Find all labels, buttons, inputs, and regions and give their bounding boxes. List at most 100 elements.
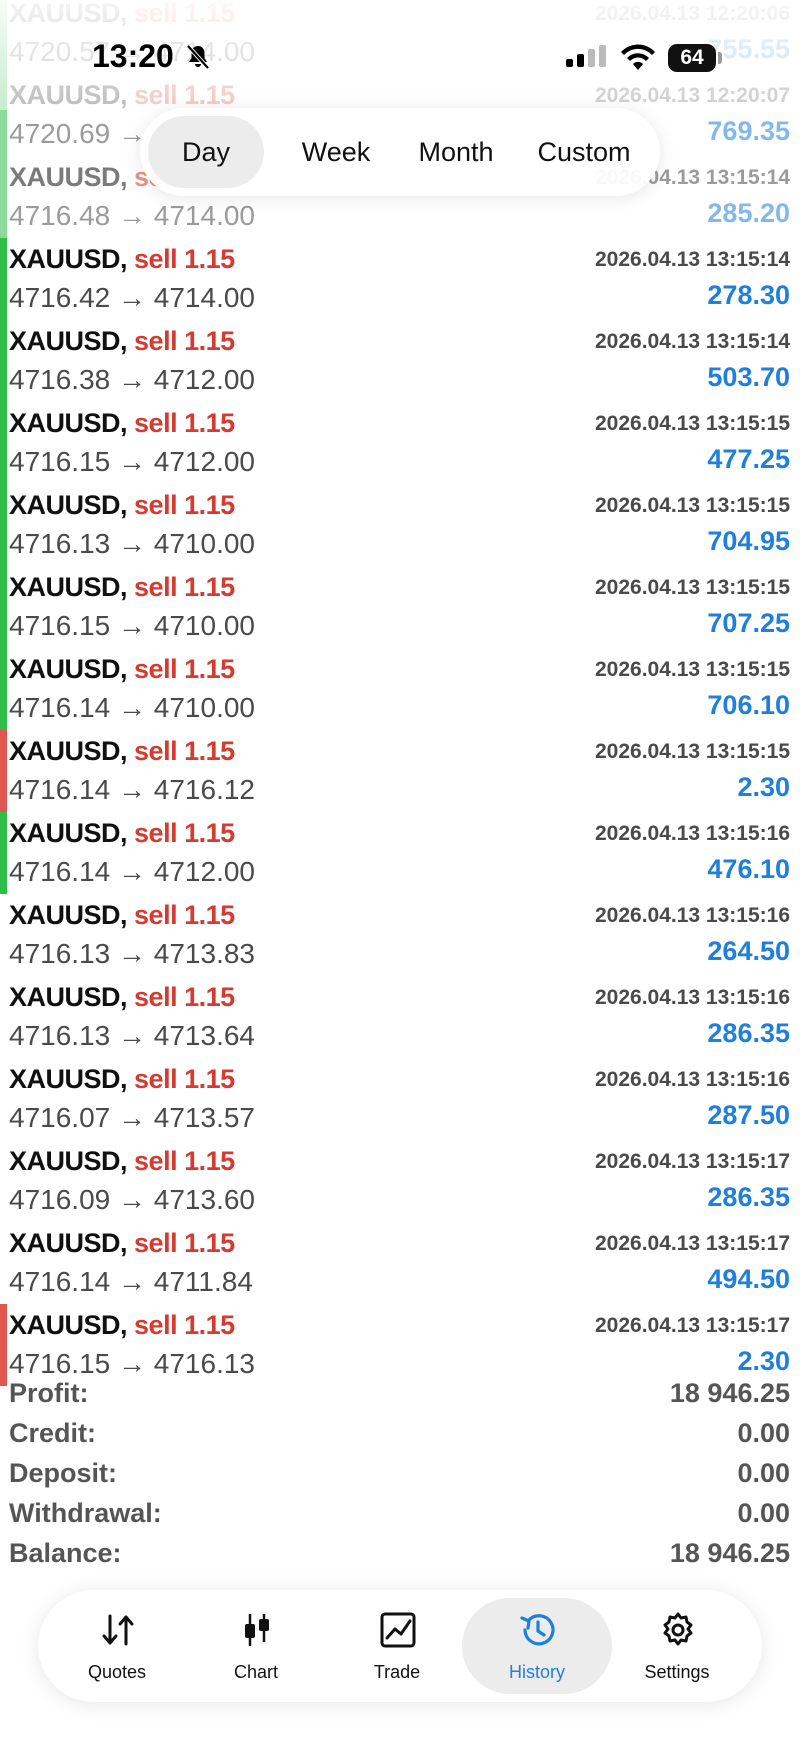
tab-quotes[interactable]: Quotes [42,1598,192,1694]
deal-symbol: XAUUSD [9,982,121,1012]
deal-time: 2026.04.13 13:15:17 [595,1150,790,1173]
deal-separator: , [120,1064,135,1094]
deal-volume: 1.15 [184,1310,235,1340]
deal-volume: 1.15 [184,408,235,438]
deal-side: sell [134,1064,178,1094]
deal-time: 2026.04.13 13:15:15 [595,740,790,763]
tab-label: Chart [233,1662,278,1682]
deal-symbol: XAUUSD [9,326,121,356]
deal-open-price: 4716.07 [9,1102,111,1133]
deal-row[interactable]: XAUUSD, sell 1.15 4716.15 → 4710.00 2026.0… [0,566,800,648]
deal-open-price: 4716.14 [9,856,111,887]
deal-volume: 1.15 [184,736,235,766]
deal-row[interactable]: XAUUSD, sell 1.15 4716.38 → 4712.00 2026.0… [0,320,800,402]
deal-close-price: 4716.12 [153,774,255,805]
deal-profit: 503.70 [707,362,790,392]
deals-list[interactable]: XAUUSD, sell 1.154720.57 → 4714.002026.0… [0,0,800,1386]
deal-title: XAUUSD, sell 1.15 [9,1228,235,1259]
deal-side: sell [134,244,178,274]
bell-muted-icon [186,44,210,75]
deal-row[interactable]: XAUUSD, sell 1.15 4716.14 → 4710.00 2026.0… [0,648,800,730]
deal-separator: , [120,490,135,520]
arrow-right-icon: → [110,1184,154,1215]
period-tab-day[interactable]: Day [148,116,264,188]
battery-tip [718,52,722,64]
tab-label: Settings [644,1662,710,1682]
bottom-tab-bar[interactable]: Quotes Chart Trade History Settings [38,1590,762,1702]
summary-row: Balance: 18 946.25 [0,1538,800,1578]
deal-close-price: 4713.64 [153,1020,255,1051]
deal-open-price: 4716.15 [9,610,111,641]
tab-trade[interactable]: Trade [322,1598,472,1694]
deal-prices: 4716.38 → 4712.00 [9,364,255,396]
arrow-right-icon: → [110,692,154,723]
deal-row[interactable]: XAUUSD, sell 1.15 4716.09 → 4713.60 2026.0… [0,1140,800,1222]
deal-symbol: XAUUSD [9,572,121,602]
deal-prices: 4716.14 → 4711.84 [9,1266,253,1298]
deal-separator: , [120,162,135,192]
deal-row[interactable]: XAUUSD, sell 1.15 4716.13 → 4713.83 2026.0… [0,894,800,976]
deal-title: XAUUSD, sell 1.15 [9,490,235,521]
deal-prices: 4716.15 → 4710.00 [9,610,255,642]
deal-close-price: 4710.00 [153,610,255,641]
deal-symbol: XAUUSD [9,1064,121,1094]
deal-volume: 1.15 [184,1146,235,1176]
deal-separator: , [120,408,135,438]
deal-side: sell [134,326,178,356]
deal-open-price: 4720.69 [9,118,111,149]
deal-prices: 4716.09 → 4713.60 [9,1184,255,1216]
wifi-icon [620,44,656,77]
deal-symbol: XAUUSD [9,490,121,520]
deal-profit: 477.25 [707,444,790,474]
tab-history[interactable]: History [462,1598,612,1694]
deal-row[interactable]: XAUUSD, sell 1.15 4716.14 → 4716.12 2026.0… [0,730,800,812]
deal-title: XAUUSD, sell 1.15 [9,244,235,275]
arrow-right-icon: → [110,1102,154,1133]
deal-title: XAUUSD, sell 1.15 [9,900,235,931]
period-selector[interactable]: Day Week Month Custom [140,108,660,196]
deal-open-price: 4716.15 [9,1348,111,1379]
summary-label: Withdrawal: [9,1498,162,1528]
deal-profit: 286.35 [707,1018,790,1048]
tab-chart[interactable]: Chart [181,1598,331,1694]
deal-row[interactable]: XAUUSD, sell 1.15 4716.15 → 4716.13 2026.0… [0,1304,800,1386]
deal-volume: 1.15 [184,572,235,602]
deal-open-price: 4716.14 [9,692,111,723]
deal-side: sell [134,572,178,602]
deal-prices: 4716.14 → 4710.00 [9,692,255,724]
deal-open-price: 4716.14 [9,1266,111,1297]
deal-side: sell [134,490,178,520]
deal-row[interactable]: XAUUSD, sell 1.15 4716.42 → 4714.00 2026.0… [0,238,800,320]
period-tab-custom[interactable]: Custom [516,116,652,188]
deal-open-price: 4716.42 [9,282,111,313]
deal-row[interactable]: XAUUSD, sell 1.15 4716.14 → 4712.00 2026.0… [0,812,800,894]
deal-row[interactable]: XAUUSD, sell 1.15 4716.14 → 4711.84 2026.0… [0,1222,800,1304]
deal-profit: 278.30 [707,280,790,310]
deal-time: 2026.04.13 13:15:16 [595,986,790,1009]
summary-row: Credit: 0.00 [0,1418,800,1458]
deal-title: XAUUSD, sell 1.15 [9,1064,235,1095]
deal-result-bar [0,156,7,238]
summary-row: Deposit: 0.00 [0,1458,800,1498]
arrow-right-icon: → [110,528,154,559]
summary-value: 18 946.25 [669,1378,790,1408]
deal-row[interactable]: XAUUSD, sell 1.15 4716.15 → 4712.00 2026.0… [0,402,800,484]
deal-profit: 2.30 [737,772,790,802]
deal-row[interactable]: XAUUSD, sell 1.15 4716.13 → 4710.00 2026.0… [0,484,800,566]
deal-row[interactable]: XAUUSD, sell 1.15 4716.07 → 4713.57 2026.0… [0,1058,800,1140]
deal-result-bar [0,1304,7,1386]
period-tab-week[interactable]: Week [276,116,396,188]
deal-close-price: 4712.00 [153,364,255,395]
deal-prices: 4716.42 → 4714.00 [9,282,255,314]
deal-separator: , [120,1228,135,1258]
deal-title: XAUUSD, sell 1.15 [9,572,235,603]
deal-open-price: 4716.13 [9,1020,111,1051]
deal-symbol: XAUUSD [9,1228,121,1258]
deal-prices: 4716.48 → 4714.00 [9,200,255,232]
period-tab-month[interactable]: Month [396,116,516,188]
arrow-right-icon: → [110,856,154,887]
deal-profit: 286.35 [707,1182,790,1212]
deal-separator: , [120,244,135,274]
tab-settings[interactable]: Settings [602,1598,752,1694]
deal-row[interactable]: XAUUSD, sell 1.15 4716.13 → 4713.64 2026.0… [0,976,800,1058]
